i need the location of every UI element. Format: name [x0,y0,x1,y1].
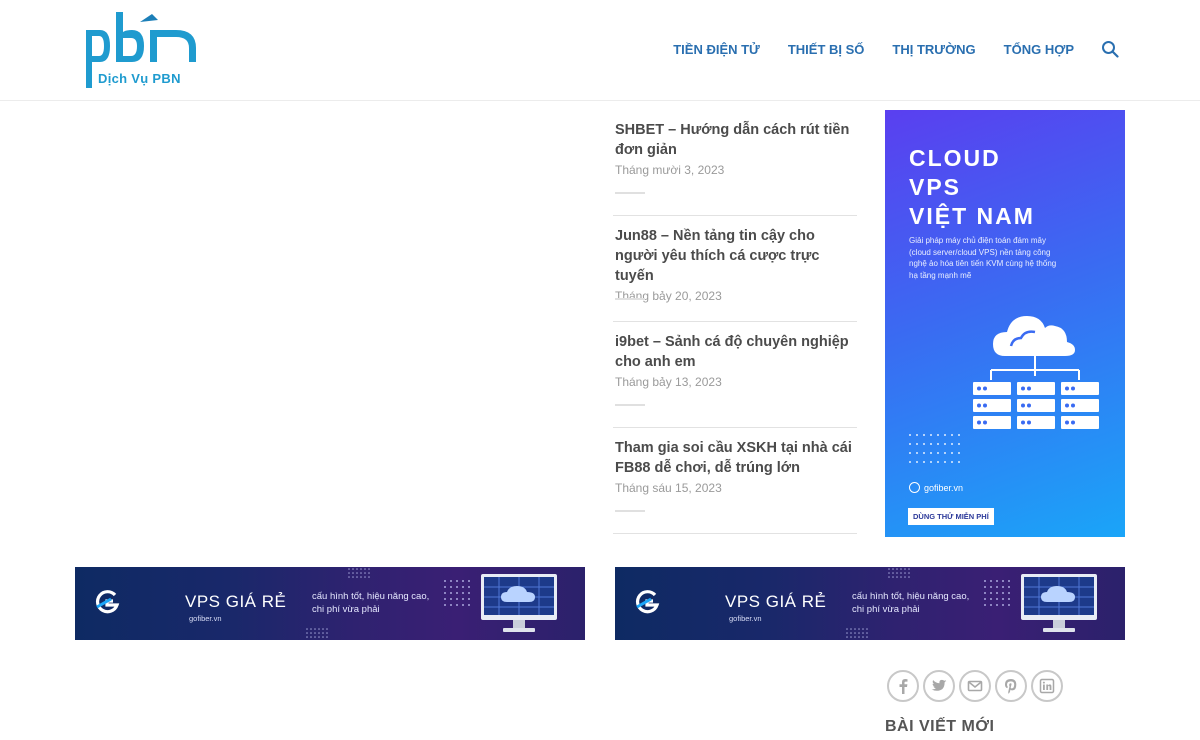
post-title-link[interactable]: i9bet – Sảnh cá độ chuyên nghiệp cho anh… [615,332,855,372]
list-item: Tham gia soi cầu XSKH tại nhà cái FB88 d… [613,428,857,534]
banner-site: gofiber.vn [729,614,762,623]
recent-posts-list: SHBET – Hướng dẫn cách rút tiền đơn giản… [613,110,857,534]
search-icon[interactable] [1101,40,1119,58]
email-icon[interactable] [959,670,991,702]
ad-site-text: gofiber.vn [924,482,964,493]
post-date: Tháng mười 3, 2023 [615,163,725,177]
ad-description: Giải pháp máy chủ điện toán đám mây (clo… [909,236,1057,280]
monitor-icon [1021,574,1097,632]
list-item: SHBET – Hướng dẫn cách rút tiền đơn giản… [613,110,857,216]
vps-banner-right[interactable]: VPS GIÁ RẺ gofiber.vn cấu hình tốt, hiệu… [615,567,1125,640]
nav-item-thiet-bi-so[interactable]: THIẾT BỊ SỐ [788,42,865,57]
dot-pattern-icon [909,434,960,463]
ad-title-line: CLOUD [909,145,1001,171]
post-date: Tháng bảy 13, 2023 [615,375,722,389]
banner-site: gofiber.vn [189,614,222,623]
ad-title-line: VIỆT NAM [909,203,1035,229]
facebook-icon[interactable] [887,670,919,702]
ad-title: CLOUD VPS VIỆT NAM [909,144,1109,231]
dot-pattern-icon [348,568,370,578]
banner-tagline: cấu hình tốt, hiệu năng cao, chi phí vừa… [852,591,970,615]
post-divider [615,510,645,512]
list-item: Jun88 – Nền tảng tin cậy cho người yêu t… [613,216,857,322]
pinterest-icon[interactable] [995,670,1027,702]
linkedin-icon[interactable] [1031,670,1063,702]
cloud-vps-ad[interactable]: CLOUD VPS VIỆT NAM Giải pháp máy chủ điệ… [885,110,1125,537]
globe-icon [909,482,920,493]
banner-title: VPS GIÁ RẺ [725,592,827,611]
dot-pattern-icon [984,580,1010,606]
ad-site: gofiber.vn [909,482,963,493]
nav-item-thi-truong[interactable]: THỊ TRƯỜNG [892,42,975,57]
site-header: Dịch Vụ PBN TIỀN ĐIỆN TỬ THIẾT BỊ SỐ THỊ… [0,0,1200,101]
twitter-icon[interactable] [923,670,955,702]
banner-tagline: cấu hình tốt, hiệu năng cao, chi phí vừa… [312,591,430,615]
sidebar-heading: BÀI VIẾT MỚI [885,718,995,735]
dot-pattern-icon [444,580,470,606]
nav-item-tien-dien-tu[interactable]: TIỀN ĐIỆN TỬ [673,42,760,57]
post-date: Tháng bảy 20, 2023 [615,289,722,303]
post-date: Tháng sáu 15, 2023 [615,481,722,495]
post-divider [615,298,645,300]
post-divider [615,404,645,406]
dot-pattern-icon [846,628,868,638]
dot-pattern-icon [306,628,328,638]
free-trial-button[interactable]: DÙNG THỬ MIỄN PHÍ [908,508,994,525]
cloud-server-icon [973,316,1099,429]
logo-subtitle: Dịch Vụ PBN [98,71,181,86]
post-divider [615,192,645,194]
gofiber-logo-icon [635,590,660,614]
share-buttons [887,670,1063,702]
banner-title: VPS GIÁ RẺ [185,592,287,611]
nav-item-tong-hop[interactable]: TỔNG HỢP [1004,42,1074,57]
ad-title-line: VPS [909,174,962,200]
post-title-link[interactable]: Jun88 – Nền tảng tin cậy cho người yêu t… [615,226,855,286]
monitor-icon [481,574,557,632]
main-nav: TIỀN ĐIỆN TỬ THIẾT BỊ SỐ THỊ TRƯỜNG TỔNG… [673,42,1074,57]
post-title-link[interactable]: Tham gia soi cầu XSKH tại nhà cái FB88 d… [615,438,855,478]
list-item: i9bet – Sảnh cá độ chuyên nghiệp cho anh… [613,322,857,428]
post-title-link[interactable]: SHBET – Hướng dẫn cách rút tiền đơn giản [615,120,855,160]
vps-banner-left[interactable]: VPS GIÁ RẺ gofiber.vn cấu hình tốt, hiệu… [75,567,585,640]
gofiber-logo-icon [95,590,120,614]
dot-pattern-icon [888,568,910,578]
